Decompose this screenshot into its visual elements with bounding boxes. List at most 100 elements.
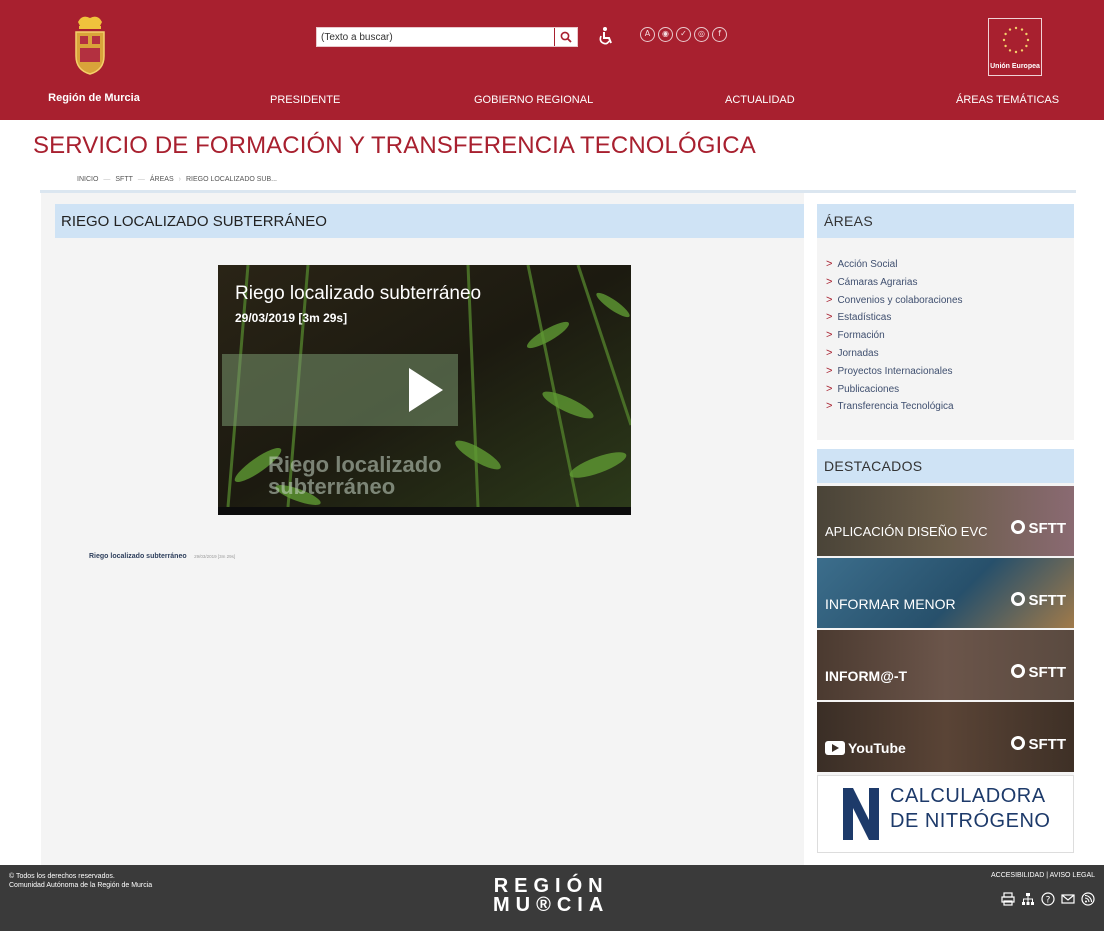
- chevron-right-icon: >: [826, 275, 833, 288]
- footer-logo[interactable]: REGIÓN MU®CIA: [493, 876, 610, 916]
- video-date: 29/03/2019 [3m 29s]: [235, 311, 348, 325]
- featured-heading: DESTACADOS: [824, 458, 923, 474]
- video-caption-title[interactable]: Riego localizado subterráneo: [89, 553, 187, 560]
- email-icon[interactable]: [1061, 892, 1075, 906]
- copyright-line1: © Todos los derechos reservados.: [9, 873, 115, 880]
- calculator-line1: CALCULADORA: [890, 785, 1046, 807]
- legal-notice-link[interactable]: AVISO LEGAL: [1050, 872, 1095, 879]
- areas-item[interactable]: > Estadísticas: [826, 309, 963, 327]
- copyright: © Todos los derechos reservados. Comunid…: [9, 872, 152, 890]
- areas-item[interactable]: > Publicaciones: [826, 381, 963, 399]
- search-box: [316, 27, 578, 47]
- chevron-right-icon: >: [826, 382, 833, 395]
- rss-icon[interactable]: ◉: [658, 27, 673, 42]
- youtube-icon: [825, 741, 845, 755]
- instagram-icon[interactable]: ◎: [694, 27, 709, 42]
- nav-gobierno-regional[interactable]: GOBIERNO REGIONAL: [474, 94, 593, 106]
- accessibility-link[interactable]: ACCESIBILIDAD: [991, 872, 1044, 879]
- a-icon[interactable]: A: [640, 27, 655, 42]
- copyright-line2: Comunidad Autónoma de la Región de Murci…: [9, 882, 153, 889]
- video-overlay: Riego localizado subterráneo: [222, 354, 458, 498]
- chevron-right-icon: >: [826, 258, 833, 270]
- accessibility-icon[interactable]: [596, 25, 616, 47]
- help-icon[interactable]: ?: [1041, 892, 1055, 906]
- sftt-logo-icon: [1010, 736, 1025, 750]
- sftt-logo-icon: [1010, 520, 1025, 534]
- rss-icon[interactable]: [1081, 892, 1095, 906]
- banner-evc-text: APLICACIÓN DISEÑO EVC: [825, 524, 988, 539]
- content-heading: RIEGO LOCALIZADO SUBTERRÁNEO: [61, 213, 327, 230]
- region-crest-logo[interactable]: [70, 14, 110, 78]
- svg-text:?: ?: [1046, 896, 1051, 906]
- page-title: SERVICIO DE FORMACIÓN Y TRANSFERENCIA TE…: [33, 132, 756, 159]
- facebook-icon[interactable]: f: [712, 27, 727, 42]
- banner-inform-t[interactable]: INFORM@-T SFTT: [817, 630, 1074, 700]
- video-title: Riego localizado subterráneo: [235, 283, 482, 304]
- areas-item[interactable]: > Transferencia Tecnológica: [826, 398, 963, 416]
- site-header: Región de Murcia A ◉ ✓ ◎ f Unión Europea…: [0, 0, 1104, 120]
- featured-panel: DESTACADOS APLICACIÓN DISEÑO EVC SFTT IN…: [817, 449, 1074, 853]
- banner-mar-menor[interactable]: INFORMAR MENOR SFTT: [817, 558, 1074, 628]
- breadcrumb-inicio[interactable]: INICIO: [77, 176, 98, 183]
- footer-icons: ?: [1001, 892, 1095, 906]
- video-caption-details: 29/03/2019 [3m 29s]: [194, 554, 236, 559]
- search-button[interactable]: [555, 28, 577, 46]
- areas-item[interactable]: > Cámaras Agrarias: [826, 274, 963, 292]
- chevron-right-icon: >: [826, 346, 833, 359]
- breadcrumb-sftt[interactable]: SFTT: [115, 176, 133, 183]
- banner-inform-t-brand: SFTT: [1010, 664, 1066, 681]
- nav-presidente[interactable]: PRESIDENTE: [270, 94, 340, 106]
- banner-nitrogen-calculator[interactable]: CALCULADORA DE NITRÓGENO: [817, 775, 1074, 853]
- areas-item[interactable]: > Convenios y colaboraciones: [826, 292, 963, 310]
- areas-heading: ÁREAS: [824, 213, 873, 229]
- video-caption: Riego localizado subterráneo 29/03/2019 …: [89, 545, 235, 563]
- region-name-label: Región de Murcia: [48, 92, 140, 104]
- banner-evc-brand: SFTT: [1010, 520, 1066, 537]
- areas-list: > Acción Social > Cámaras Agrarias > Conven…: [826, 256, 963, 416]
- content-header: RIEGO LOCALIZADO SUBTERRÁNEO: [55, 204, 804, 238]
- chevron-right-icon: >: [826, 364, 833, 377]
- breadcrumb-current: RIEGO LOCALIZADO SUB...: [185, 176, 277, 183]
- video-player[interactable]: Riego localizado subterráneo Riego local…: [218, 265, 631, 515]
- footer-logo-line2: MU®CIA: [493, 894, 610, 916]
- areas-item[interactable]: > Formación: [826, 327, 963, 345]
- banner-youtube[interactable]: YouTube SFTT: [817, 702, 1074, 772]
- banner-mar-menor-brand: SFTT: [1010, 592, 1066, 609]
- chevron-right-icon: >: [826, 400, 833, 413]
- chevron-right-icon: >: [826, 293, 833, 306]
- areas-panel: ÁREAS > Acción Social > Cámaras Agrarias >…: [817, 204, 1074, 440]
- banner-inform-t-text: INFORM@-T: [825, 668, 908, 684]
- nav-areas-tematicas[interactable]: ÁREAS TEMÁTICAS: [956, 94, 1059, 106]
- search-input[interactable]: [317, 28, 555, 46]
- chevron-right-icon: >: [826, 329, 833, 342]
- eu-stars-icon: [1002, 26, 1030, 54]
- breadcrumb: INICIO — SFTT — ÁREAS › RIEGO LOCALIZADO…: [77, 176, 277, 183]
- areas-item[interactable]: > Jornadas: [826, 345, 963, 363]
- nitrogen-n-icon: [843, 788, 879, 840]
- print-icon[interactable]: [1001, 892, 1015, 906]
- banner-mar-menor-text: INFORMAR MENOR: [825, 596, 956, 612]
- video-watermark: Riego localizado subterráneo: [268, 452, 442, 499]
- search-icon: [560, 31, 572, 43]
- nav-actualidad[interactable]: ACTUALIDAD: [725, 94, 795, 106]
- play-icon[interactable]: [409, 368, 443, 412]
- banner-youtube-text: YouTube: [825, 740, 906, 756]
- areas-item[interactable]: > Acción Social: [826, 256, 963, 274]
- sitemap-icon[interactable]: [1021, 892, 1035, 906]
- breadcrumb-areas[interactable]: ÁREAS: [150, 176, 174, 183]
- social-links: A ◉ ✓ ◎ f: [640, 27, 727, 42]
- site-footer: © Todos los derechos reservados. Comunid…: [0, 865, 1104, 931]
- sftt-logo-icon: [1010, 664, 1025, 678]
- twitter-icon[interactable]: ✓: [676, 27, 691, 42]
- breadcrumb-separator: ›: [178, 176, 181, 183]
- banner-evc[interactable]: APLICACIÓN DISEÑO EVC SFTT: [817, 486, 1074, 556]
- breadcrumb-separator: —: [103, 176, 111, 183]
- breadcrumb-separator: —: [137, 176, 145, 183]
- footer-links: ACCESIBILIDAD | AVISO LEGAL: [991, 872, 1095, 879]
- areas-item[interactable]: > Proyectos Internacionales: [826, 363, 963, 381]
- eu-label: Unión Europea: [990, 63, 1040, 70]
- calculator-line2: DE NITRÓGENO: [890, 810, 1051, 832]
- featured-header: DESTACADOS: [817, 449, 1074, 483]
- sftt-logo-icon: [1010, 592, 1025, 606]
- eu-logo[interactable]: Unión Europea: [988, 18, 1042, 76]
